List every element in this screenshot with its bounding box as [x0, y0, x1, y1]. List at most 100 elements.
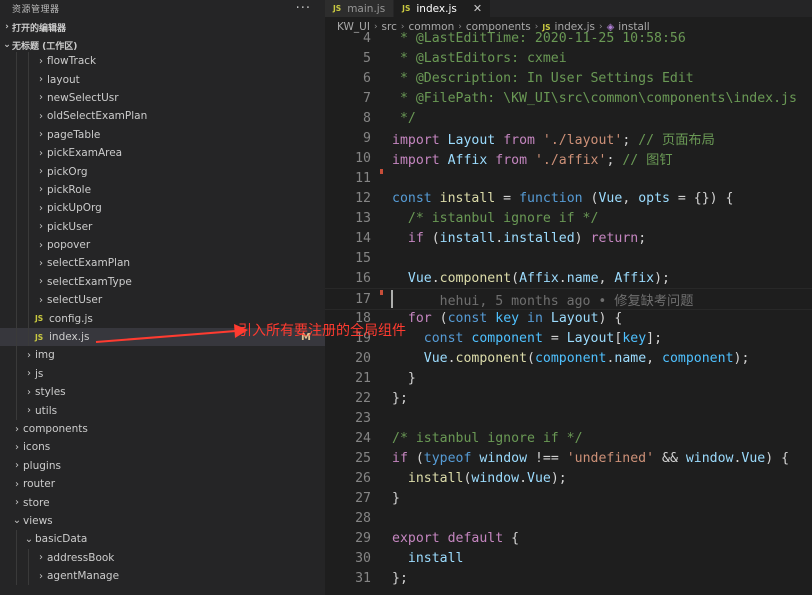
folder-item[interactable]: › flowTrack	[0, 52, 325, 71]
line-number: 28	[355, 510, 371, 526]
chevron-right-icon: ›	[39, 147, 43, 159]
tab-index-js[interactable]: JS index.js ✕	[394, 0, 492, 17]
line-number: 8	[363, 110, 371, 126]
open-editors-section[interactable]: › 打开的编辑器	[0, 16, 325, 38]
tree-item-label: pageTable	[47, 128, 101, 141]
folder-item[interactable]: › addressBook	[0, 548, 325, 567]
code-token: (	[511, 270, 520, 286]
folder-item[interactable]: › pickExamArea	[0, 143, 325, 163]
indent-guide	[16, 52, 17, 71]
indent-guide	[16, 309, 17, 328]
folder-item[interactable]: › js	[0, 364, 325, 384]
line-number: 7	[363, 90, 371, 106]
indent-guide	[28, 272, 29, 292]
chevron-right-icon: ›	[39, 110, 43, 122]
code-line: 17 hehui, 5 months ago • 修复缺考问题	[325, 288, 812, 310]
folder-item[interactable]: › styles	[0, 383, 325, 402]
line-number: 23	[355, 410, 371, 426]
code-token: ;	[606, 152, 623, 168]
code-token: (	[423, 230, 440, 246]
folder-item[interactable]: ⌄ views	[0, 512, 325, 530]
code-token: window	[479, 450, 528, 466]
folder-item[interactable]: › pickUpOrg	[0, 199, 325, 218]
chevron-right-icon: ›	[15, 478, 19, 490]
chevron-right-icon: ›	[39, 184, 43, 196]
code-editor[interactable]: 4 * @LastEditTime: 2020-11-25 10:58:56 5 …	[325, 31, 812, 595]
code-token: Vue	[741, 450, 766, 466]
folder-item[interactable]: › pickRole	[0, 180, 325, 200]
open-editors-label: 打开的编辑器	[12, 23, 67, 34]
code-token: ) {	[598, 310, 623, 326]
indent-guide	[16, 566, 17, 586]
code-line: 15	[325, 248, 812, 268]
tab-main-js[interactable]: JS main.js	[325, 0, 395, 17]
code-token: (	[527, 350, 535, 366]
folder-item[interactable]: › newSelectUsr	[0, 88, 325, 108]
folder-item[interactable]: › popover	[0, 235, 325, 255]
code-line: 16 Vue.component(Affix.name, Affix);	[325, 268, 812, 288]
code-token: in	[527, 310, 543, 326]
folder-item[interactable]: › oldSelectExamPlan	[0, 107, 325, 126]
code-token: from	[503, 132, 535, 148]
chevron-right-icon: ›	[39, 92, 43, 104]
code-text: install	[392, 551, 464, 566]
close-icon[interactable]: ✕	[473, 2, 482, 15]
js-file-icon: JS	[35, 314, 44, 324]
folder-item[interactable]: › utils	[0, 401, 325, 420]
folder-item[interactable]: › selectUser	[0, 291, 325, 310]
tree-item-label: components	[23, 423, 88, 435]
folder-item[interactable]: › selectExamPlan	[0, 254, 325, 273]
tree-item-label: addressBook	[47, 551, 115, 564]
folder-item[interactable]: › plugins	[0, 457, 325, 475]
folder-item[interactable]: › icons	[0, 438, 325, 456]
code-token: Affix	[519, 270, 559, 286]
code-token: Vue	[527, 470, 551, 486]
code-token: ,	[598, 270, 615, 286]
workspace-section[interactable]: ⌄ 无标题 (工作区)	[0, 38, 325, 52]
folder-item[interactable]: › selectExamType	[0, 272, 325, 292]
code-line: 24 /* istanbul ignore if */	[325, 428, 812, 448]
line-number: 24	[355, 430, 371, 446]
indent-guide	[28, 162, 29, 181]
indent-guide	[16, 88, 17, 108]
indent-guide	[16, 548, 17, 567]
chevron-right-icon: ›	[39, 294, 43, 306]
folder-item[interactable]: › store	[0, 493, 325, 511]
chevron-down-icon: ⌄	[12, 515, 22, 527]
indent-guide	[16, 272, 17, 292]
code-line: 27}	[325, 488, 812, 508]
folder-item[interactable]: › pickUser	[0, 217, 325, 236]
code-text: * @Description: In User Settings Edit	[392, 71, 694, 86]
explorer-header: 资源管理器 ···	[0, 0, 325, 16]
folder-item[interactable]: ⌄ basicData	[0, 530, 325, 549]
code-token: Vue	[407, 270, 432, 286]
code-text: }	[392, 371, 416, 386]
tree-item-label: store	[23, 496, 50, 509]
folder-item[interactable]: › components	[0, 420, 325, 438]
tree-item-label: flowTrack	[47, 55, 97, 68]
folder-item[interactable]: › img	[0, 346, 325, 365]
tree-item-label: styles	[35, 386, 66, 399]
chevron-right-icon: ›	[39, 202, 43, 214]
tree-item-label: pickRole	[47, 183, 92, 196]
folder-item[interactable]: › agentManage	[0, 566, 325, 586]
line-number: 15	[355, 250, 371, 266]
chevron-right-icon: ›	[39, 55, 43, 67]
code-token: (	[431, 310, 448, 326]
folder-item[interactable]: › pageTable	[0, 125, 325, 144]
code-token: name	[614, 350, 647, 366]
indent-guide	[16, 364, 17, 384]
folder-item[interactable]: › layout	[0, 70, 325, 89]
code-token: };	[392, 570, 408, 586]
folder-item[interactable]: › pickOrg	[0, 162, 325, 181]
code-token: './layout'	[542, 132, 623, 148]
indent-guide	[28, 235, 29, 255]
folder-item[interactable]: › router	[0, 475, 325, 493]
annotation-text: 引入所有要注册的全局组件	[238, 323, 406, 339]
code-line: 9 import Layout from './layout'; // 页面布局	[325, 128, 812, 148]
indent-guide	[16, 143, 17, 163]
code-token: if	[407, 230, 424, 246]
more-actions-icon[interactable]: ···	[296, 1, 311, 16]
